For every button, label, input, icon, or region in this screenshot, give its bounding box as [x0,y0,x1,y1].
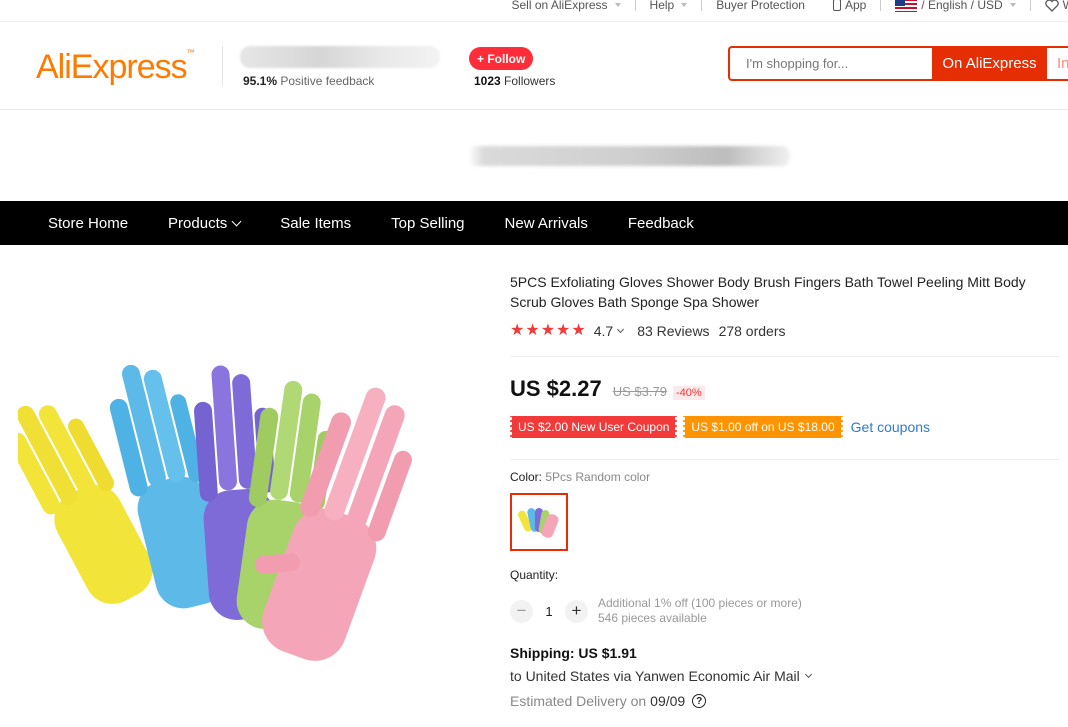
quantity-increase-button[interactable]: + [565,599,588,623]
star-icon: ★ [571,322,586,339]
delivery-date: 09/09 [650,693,686,709]
reviews-link[interactable]: 83 Reviews [637,323,709,339]
followers-number: 1023 [474,74,501,88]
coupons-row: US $2.00 New User Coupon US $1.00 off on… [508,416,930,438]
app-link-label: App [844,0,867,12]
quantity-label: Quantity: [510,568,559,582]
orders-count: 278 orders [718,323,786,339]
followers-count: 1023 Followers [474,74,555,88]
help-icon[interactable]: ? [692,694,707,708]
aliexpress-logo[interactable]: AliExpress™ [36,48,195,87]
chevron-down-icon [231,216,242,226]
shipping-method-label: to United States via Yanwen Economic Air… [510,668,800,684]
wishlist-link[interactable]: W [1031,0,1068,12]
language-currency-label: / English / USD [921,0,1003,12]
search-in-store-button[interactable]: In [1047,46,1068,81]
chevron-down-icon[interactable] [617,325,625,333]
quantity-info: Additional 1% off (100 pieces or more) 5… [598,596,802,626]
top-utility-bar: Sell on AliExpress Help Buyer Protection… [0,0,1068,22]
rating-stars: ★ ★ ★ ★ ★ [510,323,586,339]
sell-link-label: Sell on AliExpress [511,0,608,12]
help-link-label: Help [649,0,675,12]
store-header: AliExpress™ 95.1% Positive feedback + Fo… [0,22,1068,110]
color-swatch-5pcs-random[interactable] [510,493,568,551]
chevron-down-icon [804,670,812,678]
quantity-stepper: − 1 + Additional 1% off (100 pieces or m… [510,596,802,626]
nav-top-selling[interactable]: Top Selling [371,215,484,232]
us-flag-icon [895,0,918,12]
get-coupons-link[interactable]: Get coupons [851,419,930,435]
caret-down-icon [681,3,688,7]
logo-text: AliExpress [36,48,188,86]
store-coupon[interactable]: US $1.00 off on US $18.00 [682,416,844,438]
delivery-label: Estimated Delivery on [510,693,647,709]
divider [510,356,1060,357]
nav-products[interactable]: Products [148,215,260,232]
sell-on-aliexpress-link[interactable]: Sell on AliExpress [497,0,634,12]
rating-value[interactable]: 4.7 [594,323,613,339]
original-price: US $3.79 [612,384,667,399]
divider [222,46,223,86]
phone-icon [832,0,841,11]
positive-feedback: 95.1% Positive feedback [243,74,374,88]
shipping-cost: Shipping: US $1.91 [510,645,637,661]
quantity-decrease-button[interactable]: − [510,599,533,623]
nav-feedback[interactable]: Feedback [608,215,714,232]
star-icon: ★ [525,322,540,339]
stock-available: 546 pieces available [598,611,707,625]
rating-row: ★ ★ ★ ★ ★ 4.7 83 Reviews 278 orders [510,323,786,340]
followers-label: Followers [504,74,556,88]
estimated-delivery: Estimated Delivery on 09/09 ? [510,693,707,709]
shipping-method-selector[interactable]: to United States via Yanwen Economic Air… [510,668,812,684]
follow-button[interactable]: + Follow [469,47,534,70]
discount-badge: -40% [672,386,705,400]
nav-new-arrivals[interactable]: New Arrivals [485,215,608,232]
caret-down-icon [1009,3,1016,7]
search-on-aliexpress-button[interactable]: On AliExpress [932,46,1047,81]
divider [510,459,1060,460]
nav-sale-items[interactable]: Sale Items [260,215,371,232]
buyer-protection-link[interactable]: Buyer Protection [702,0,819,12]
caret-down-icon [614,3,621,7]
color-label-text: Color: [510,470,543,484]
search-input[interactable]: I'm shopping for... [728,46,932,81]
product-image[interactable] [18,330,480,670]
app-link[interactable]: App [819,0,880,12]
wishlist-label: W [1063,0,1068,12]
bulk-discount-note: Additional 1% off (100 pieces or more) [598,596,802,610]
positive-feedback-percent: 95.1% [243,74,278,88]
color-label: Color: 5Pcs Random color [510,470,650,484]
nav-store-home[interactable]: Store Home [28,215,148,232]
price-row: US $2.27 US $3.79 -40% [510,376,705,402]
star-icon: ★ [556,322,571,339]
language-currency-selector[interactable]: / English / USD [881,0,1029,12]
nav-products-label: Products [168,214,228,232]
product-title: 5PCS Exfoliating Gloves Shower Body Brus… [510,274,1026,310]
top-utility-links: Sell on AliExpress Help Buyer Protection… [497,0,1068,14]
heart-icon [1044,0,1059,12]
store-nav: Store Home Products Sale Items Top Selli… [0,201,1068,245]
star-icon: ★ [540,322,556,339]
help-link[interactable]: Help [636,0,702,12]
store-banner-name-redacted [468,146,790,166]
store-name-redacted[interactable] [240,46,440,68]
star-icon: ★ [510,322,525,339]
swatch-thumbnail [518,508,559,538]
new-user-coupon[interactable]: US $2.00 New User Coupon [508,416,679,438]
current-price: US $2.27 [510,376,602,401]
positive-feedback-label: Positive feedback [280,74,375,88]
quantity-input[interactable]: 1 [533,604,565,619]
color-value: 5Pcs Random color [545,470,651,484]
